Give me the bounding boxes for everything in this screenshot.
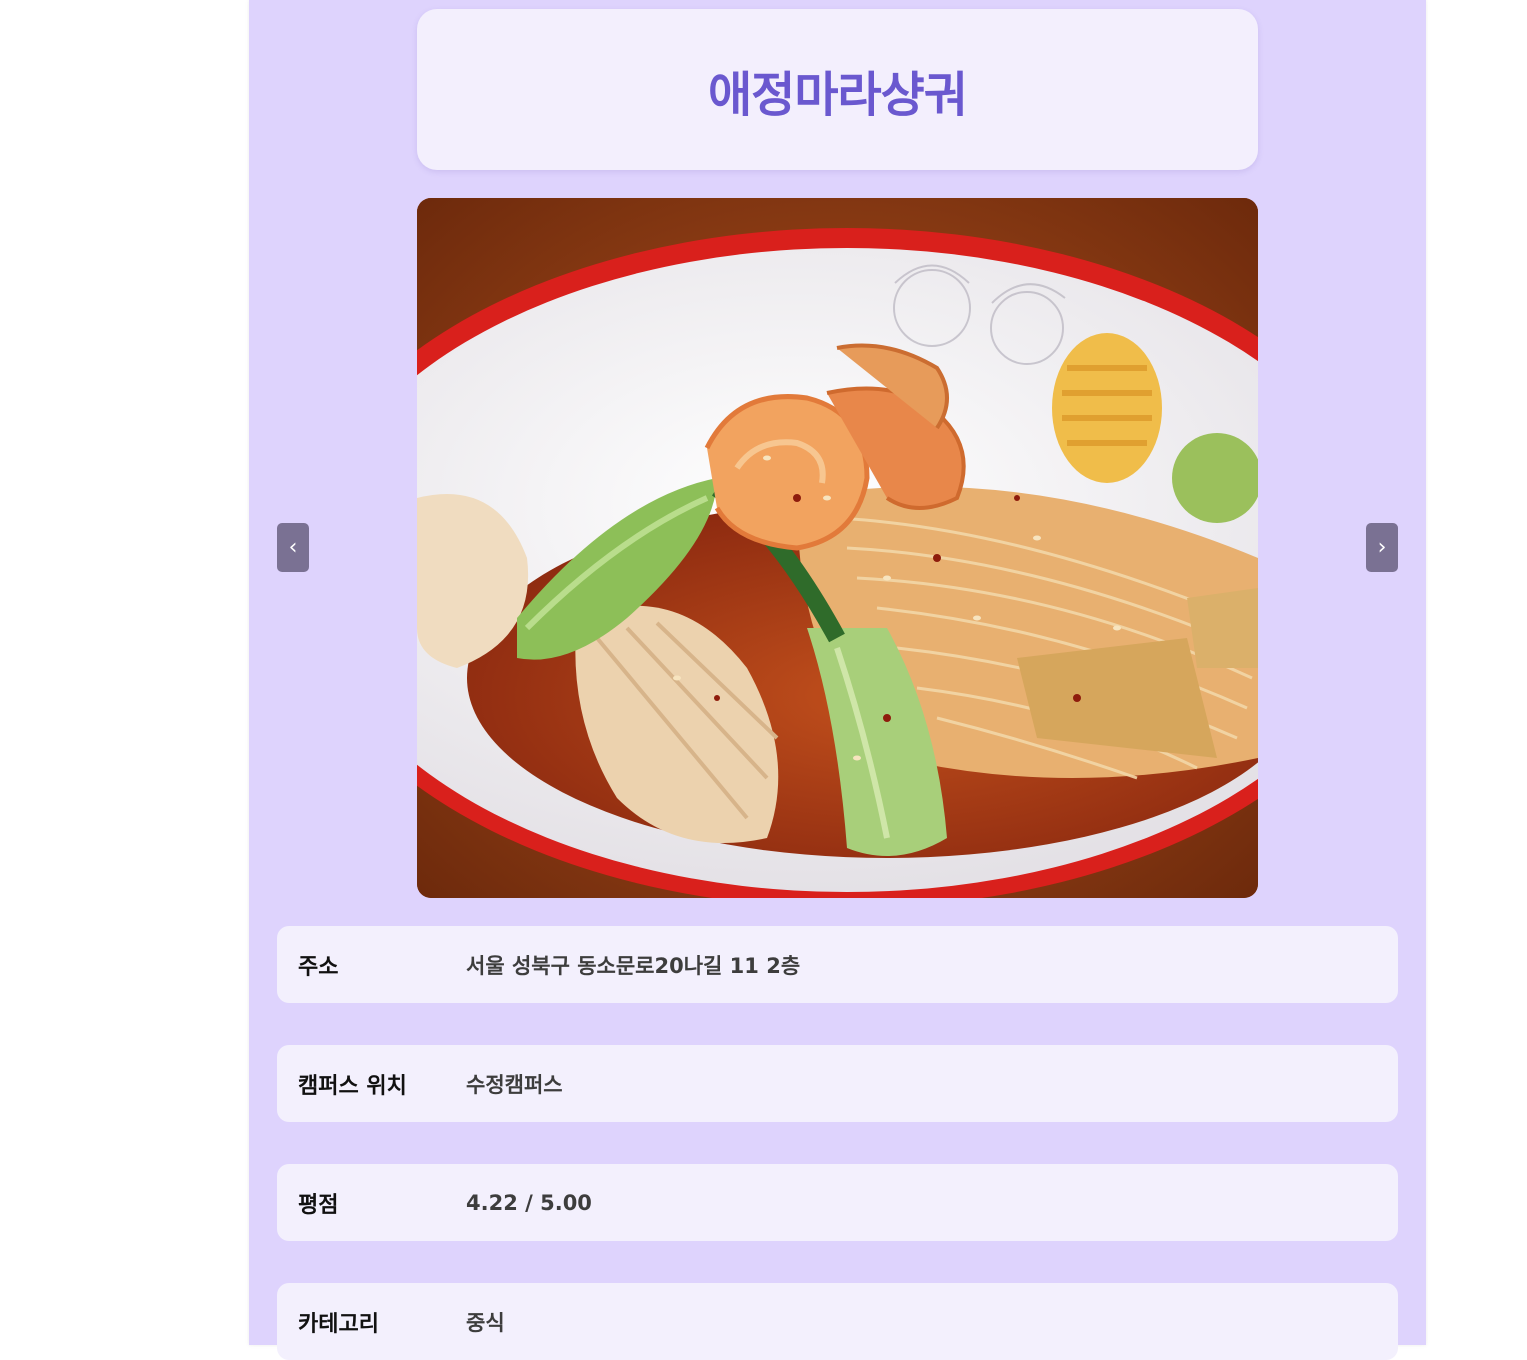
restaurant-name: 애정마라샹궈 <box>708 66 968 123</box>
rating-value: 4.22 / 5.00 <box>466 1190 592 1215</box>
category-label: 카테고리 <box>298 1311 379 1337</box>
rating-label: 평점 <box>298 1192 339 1218</box>
campus-label: 캠퍼스 위치 <box>298 1073 407 1099</box>
category-value: 중식 <box>466 1310 505 1335</box>
address-value: 서울 성북구 동소문로20나길 11 2층 <box>466 953 801 978</box>
carousel-next-button[interactable]: › <box>1366 523 1398 572</box>
address-label: 주소 <box>298 954 339 980</box>
info-row-rating: 평점 4.22 / 5.00 <box>277 1164 1398 1241</box>
info-row-category: 카테고리 중식 <box>277 1283 1398 1360</box>
restaurant-photo <box>417 198 1258 898</box>
campus-value: 수정캠퍼스 <box>466 1072 563 1097</box>
info-row-campus: 캠퍼스 위치 수정캠퍼스 <box>277 1045 1398 1122</box>
dish-illustration <box>417 198 1258 898</box>
carousel-prev-button[interactable]: ‹ <box>277 523 309 572</box>
title-card: 애정마라샹궈 <box>417 9 1258 170</box>
info-row-address: 주소 서울 성북구 동소문로20나길 11 2층 <box>277 926 1398 1003</box>
restaurant-detail-panel: 애정마라샹궈 ‹ › 주소 서울 성북구 동소문로20나길 11 2층 캠퍼스 … <box>249 0 1426 1360</box>
